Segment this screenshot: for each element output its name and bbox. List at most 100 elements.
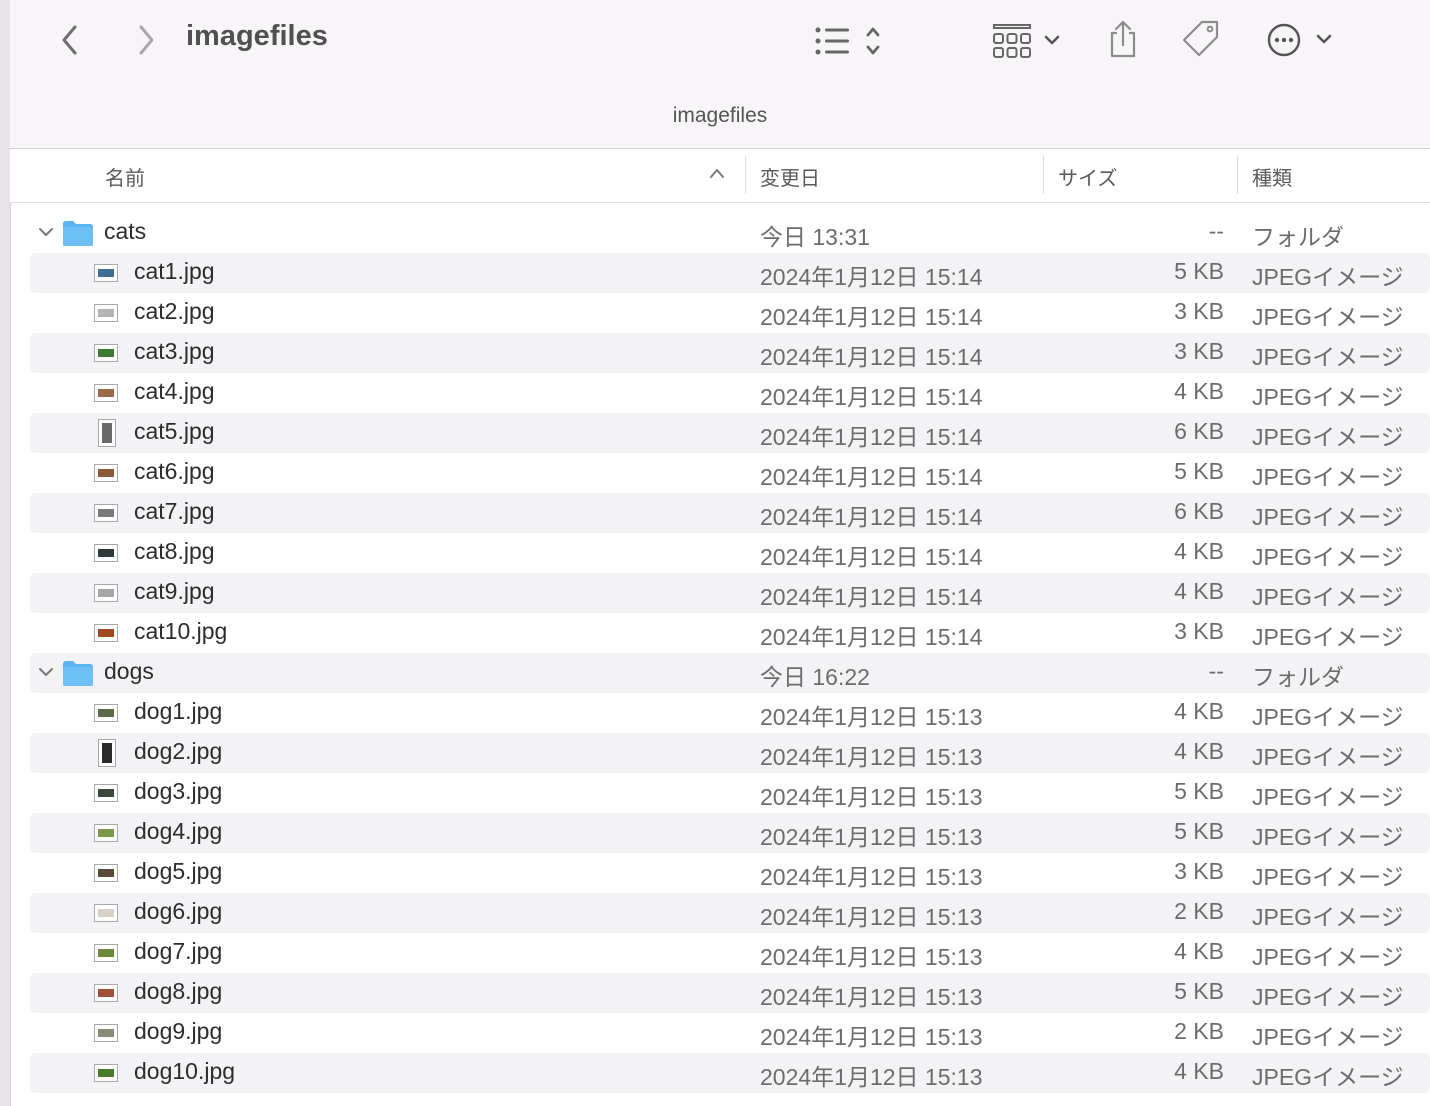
image-thumbnail-icon (94, 1064, 118, 1082)
column-date-header[interactable]: 変更日 (760, 162, 820, 191)
column-name-header[interactable]: 名前 (105, 162, 145, 191)
thumbnail-preview (98, 1069, 114, 1077)
modified-date: 2024年1月12日 15:13 (760, 744, 983, 770)
tag-icon (1182, 20, 1219, 57)
disclosure-chevron-down-icon[interactable] (38, 225, 54, 239)
thumbnail-preview (98, 269, 114, 277)
file-size: 5 KB (1174, 458, 1224, 484)
file-name: cat9.jpg (134, 578, 215, 604)
file-row[interactable]: dog7.jpg 2024年1月12日 15:13 4 KB JPEGイメージ (30, 933, 1430, 973)
image-thumbnail-icon (94, 984, 118, 1002)
tag-button[interactable] (1176, 16, 1226, 62)
disclosure-chevron-down-icon[interactable] (38, 665, 54, 679)
file-name: cat7.jpg (134, 498, 215, 524)
image-thumbnail-icon (94, 784, 118, 802)
modified-date: 2024年1月12日 15:14 (760, 304, 983, 330)
file-kind: フォルダ (1252, 224, 1344, 250)
thumbnail-preview (98, 629, 114, 637)
file-kind: JPEGイメージ (1252, 984, 1404, 1010)
thumbnail-preview (98, 509, 114, 517)
list-view-icon (815, 27, 880, 55)
file-kind: JPEGイメージ (1252, 264, 1404, 290)
file-row[interactable]: dog8.jpg 2024年1月12日 15:13 5 KB JPEGイメージ (30, 973, 1430, 1013)
thumbnail-preview (102, 743, 112, 763)
folder-row[interactable]: dogs 今日 16:22 -- フォルダ (30, 653, 1430, 693)
file-row[interactable]: cat2.jpg 2024年1月12日 15:14 3 KB JPEGイメージ (30, 293, 1430, 333)
file-kind: JPEGイメージ (1252, 864, 1404, 890)
group-button[interactable] (982, 18, 1072, 62)
file-row[interactable]: cat3.jpg 2024年1月12日 15:14 3 KB JPEGイメージ (30, 333, 1430, 373)
folder-icon (63, 661, 93, 686)
file-size: 4 KB (1174, 538, 1224, 564)
file-size: 3 KB (1174, 298, 1224, 324)
file-kind: JPEGイメージ (1252, 544, 1404, 570)
column-separator[interactable] (1043, 156, 1044, 194)
modified-date: 2024年1月12日 15:13 (760, 704, 983, 730)
file-size: 4 KB (1174, 938, 1224, 964)
more-actions-button[interactable] (1258, 18, 1342, 62)
thumbnail-preview (98, 709, 114, 717)
file-size: 4 KB (1174, 1058, 1224, 1084)
thumbnail-preview (98, 549, 114, 557)
file-row[interactable]: cat10.jpg 2024年1月12日 15:14 3 KB JPEGイメージ (30, 613, 1430, 653)
file-row[interactable]: dog10.jpg 2024年1月12日 15:13 4 KB JPEGイメージ (30, 1053, 1430, 1093)
file-row[interactable]: cat6.jpg 2024年1月12日 15:14 5 KB JPEGイメージ (30, 453, 1430, 493)
column-kind-header[interactable]: 種類 (1252, 162, 1292, 191)
file-row[interactable]: cat5.jpg 2024年1月12日 15:14 6 KB JPEGイメージ (30, 413, 1430, 453)
thumbnail-preview (98, 469, 114, 477)
column-size-header[interactable]: サイズ (1058, 162, 1117, 191)
view-mode-button[interactable] (804, 20, 898, 62)
modified-date: 2024年1月12日 15:13 (760, 904, 983, 930)
share-button[interactable] (1102, 16, 1144, 62)
thumbnail-preview (98, 949, 114, 957)
file-row[interactable]: cat4.jpg 2024年1月12日 15:14 4 KB JPEGイメージ (30, 373, 1430, 413)
file-size: 5 KB (1174, 778, 1224, 804)
image-thumbnail-icon (94, 704, 118, 722)
file-row[interactable]: cat1.jpg 2024年1月12日 15:14 5 KB JPEGイメージ (30, 253, 1430, 293)
path-bar-title: imagefiles (672, 104, 768, 127)
forward-button[interactable] (126, 18, 166, 62)
thumbnail-preview (102, 423, 112, 443)
modified-date: 2024年1月12日 15:13 (760, 1024, 983, 1050)
file-name: dogs (104, 658, 154, 684)
file-size: 5 KB (1174, 258, 1224, 284)
column-separator[interactable] (745, 156, 746, 194)
column-separator[interactable] (1237, 156, 1238, 194)
file-name: dog9.jpg (134, 1018, 223, 1044)
file-kind: JPEGイメージ (1252, 784, 1404, 810)
file-kind: JPEGイメージ (1252, 384, 1404, 410)
modified-date: 2024年1月12日 15:13 (760, 824, 983, 850)
grid-group-icon (993, 24, 1060, 58)
file-name: cat5.jpg (134, 418, 215, 444)
image-thumbnail-icon (94, 344, 118, 362)
image-thumbnail-icon (94, 904, 118, 922)
folder-row[interactable]: cats 今日 13:31 -- フォルダ (30, 213, 1430, 253)
chevron-left-icon (62, 25, 77, 55)
image-thumbnail-icon (94, 944, 118, 962)
file-list: cats 今日 13:31 -- フォルダ cat1.jpg 2024年1月12日 15:… (30, 213, 1430, 1093)
back-button[interactable] (50, 18, 90, 62)
file-row[interactable]: cat7.jpg 2024年1月12日 15:14 6 KB JPEGイメージ (30, 493, 1430, 533)
file-size: 4 KB (1174, 378, 1224, 404)
file-row[interactable]: dog6.jpg 2024年1月12日 15:13 2 KB JPEGイメージ (30, 893, 1430, 933)
file-name: dog7.jpg (134, 938, 223, 964)
file-row[interactable]: dog1.jpg 2024年1月12日 15:13 4 KB JPEGイメージ (30, 693, 1430, 733)
file-row[interactable]: dog9.jpg 2024年1月12日 15:13 2 KB JPEGイメージ (30, 1013, 1430, 1053)
file-row[interactable]: cat8.jpg 2024年1月12日 15:14 4 KB JPEGイメージ (30, 533, 1430, 573)
file-row[interactable]: cat9.jpg 2024年1月12日 15:14 4 KB JPEGイメージ (30, 573, 1430, 613)
modified-date: 2024年1月12日 15:14 (760, 424, 983, 450)
file-size: 3 KB (1174, 858, 1224, 884)
file-row[interactable]: dog5.jpg 2024年1月12日 15:13 3 KB JPEGイメージ (30, 853, 1430, 893)
file-name: cats (104, 218, 147, 244)
thumbnail-preview (98, 989, 114, 997)
file-row[interactable]: dog3.jpg 2024年1月12日 15:13 5 KB JPEGイメージ (30, 773, 1430, 813)
image-thumbnail-icon (94, 544, 118, 562)
share-icon (1110, 20, 1136, 58)
file-kind: JPEGイメージ (1252, 464, 1404, 490)
file-kind: JPEGイメージ (1252, 504, 1404, 530)
file-name: dog6.jpg (134, 898, 223, 924)
file-row[interactable]: dog4.jpg 2024年1月12日 15:13 5 KB JPEGイメージ (30, 813, 1430, 853)
file-row[interactable]: dog2.jpg 2024年1月12日 15:13 4 KB JPEGイメージ (30, 733, 1430, 773)
thumbnail-preview (98, 349, 114, 357)
file-size: 3 KB (1174, 618, 1224, 644)
